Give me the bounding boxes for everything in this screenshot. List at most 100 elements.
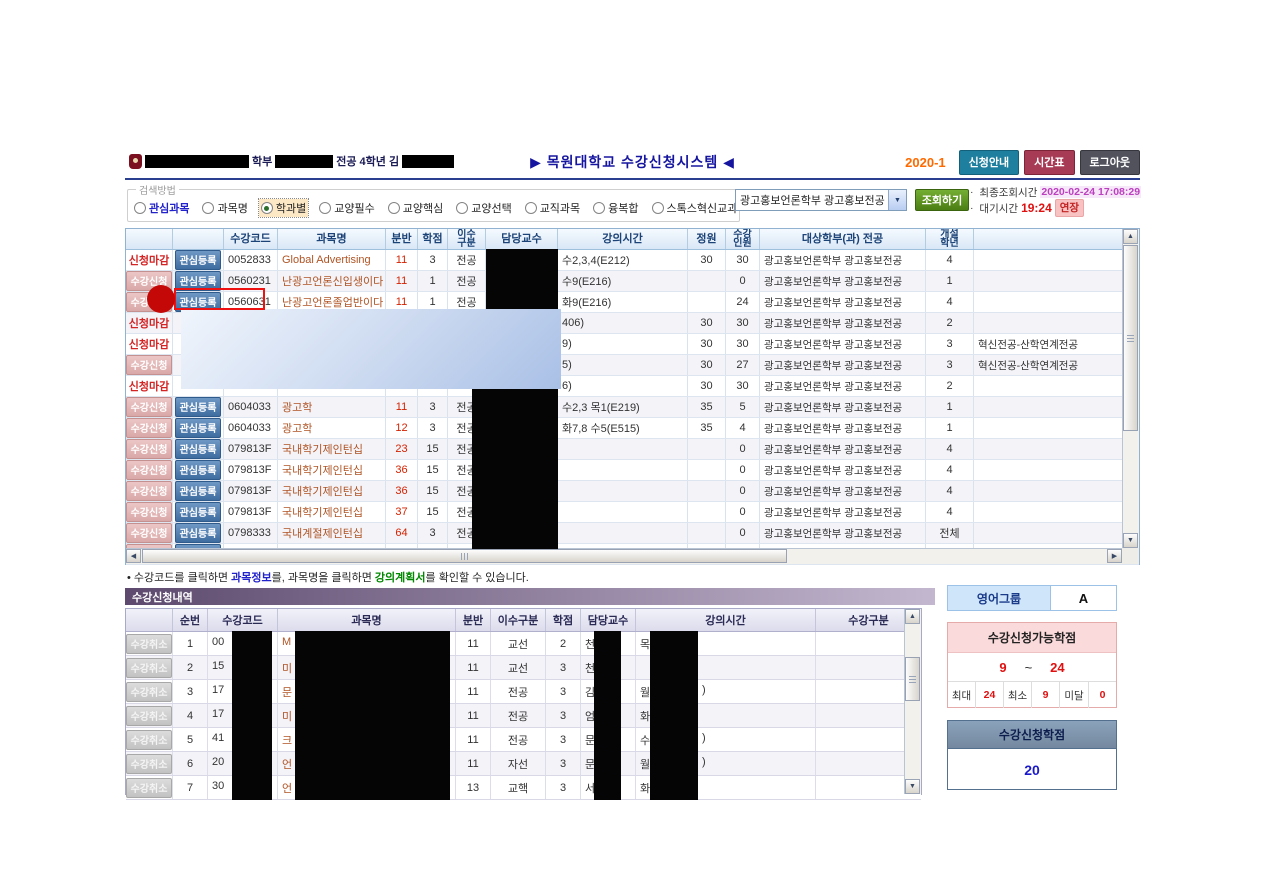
radio-option-교직과목[interactable]: 교직과목 [523,199,582,217]
cell-bunban: 12 [386,418,418,438]
apply-button[interactable]: 수강신청 [126,460,172,480]
cell-course-name[interactable]: 국내학기제인턴십 [278,460,386,480]
radio-option-스톡스혁신교과[interactable]: 스톡스혁신교과 [650,199,740,217]
scroll-down-icon[interactable]: ▼ [1123,533,1138,548]
cancel-button[interactable]: 수강취소 [126,658,173,678]
cell-year: 3 [926,355,974,375]
cell-time: 수) [636,728,816,751]
extend-button[interactable]: 연장 [1055,199,1084,217]
cell-type: 교핵 [491,776,546,799]
cell-no: 6 [173,752,208,775]
scroll-up-icon[interactable]: ▲ [905,609,920,624]
wait-label: · [970,202,976,214]
cell-code[interactable]: 079813F [224,460,278,480]
history-table: 순번 수강코드 과목명 분반 이수구분 학점 담당교수 강의시간 수강구분 수강… [125,608,922,795]
cell-no: 4 [173,704,208,727]
header-extra [974,229,1139,249]
english-group-label: 영어그룹 [948,586,1051,610]
scroll-up-icon[interactable]: ▲ [1123,229,1138,244]
cell-course-name[interactable]: 광고학 [278,418,386,438]
main-horizontal-scrollbar[interactable]: ◀ ▶ [126,548,1122,564]
cancel-button[interactable]: 수강취소 [126,682,173,702]
guide-button[interactable]: 신청안내 [959,150,1019,175]
apply-button[interactable]: 수강신청 [126,502,172,522]
code-prefix: 41 [212,732,224,744]
apply-button[interactable]: 수강신청 [126,481,172,501]
cell-credit: 3 [546,728,581,751]
cell-course-name[interactable]: 국내계절제인턴십 [278,523,386,543]
cancel-button[interactable]: 수강취소 [126,634,173,654]
chevron-down-icon[interactable]: ▼ [888,190,906,210]
header-type: 이수 구분 [448,229,486,249]
note-bullet: • [127,572,131,584]
cell-course-name[interactable]: 국내학기제인턴십 [278,481,386,501]
interest-button[interactable]: 관심등록 [175,418,222,438]
course-info-link[interactable]: 과목정보 [231,572,271,584]
scroll-right-icon[interactable]: ▶ [1107,549,1122,563]
scrollbar-thumb[interactable] [905,657,920,701]
scroll-left-icon[interactable]: ◀ [126,549,141,563]
cell-course-name[interactable]: 광고학 [278,397,386,417]
cell-target: 광고홍보언론학부 광고홍보전공 [760,397,926,417]
scrollbar-thumb[interactable] [1123,245,1138,431]
main-table-header: 수강코드 과목명 분반 학점 이수 구분 담당교수 강의시간 정원 수강 인원 … [126,229,1139,250]
cell-code[interactable]: 079813F [224,439,278,459]
cell-code[interactable]: 079813F [224,502,278,522]
apply-button[interactable]: 수강신청 [126,523,172,543]
apply-button[interactable]: 수강신청 [126,397,172,417]
cell-course-name[interactable]: 국내학기제인턴십 [278,502,386,522]
interest-button[interactable]: 관심등록 [175,250,222,270]
screen: 학부 전공 4학년 김 ▶ 목원대학교 수강신청시스템 ◀ 2020-1 신청안… [0,0,1263,893]
syllabus-link[interactable]: 강의계획서 [375,572,426,584]
history-vertical-scrollbar[interactable]: ▲ ▼ [904,609,921,794]
cell-credit: 2 [546,632,581,655]
radio-option-학과별[interactable]: 학과별 [259,199,308,217]
cell-course-name[interactable]: 난광고언론신입생이다 [278,271,386,291]
interest-button[interactable]: 관심등록 [175,460,222,480]
cancel-button[interactable]: 수강취소 [126,754,173,774]
radio-label: 학과별 [276,200,306,216]
radio-option-관심과목[interactable]: 관심과목 [132,199,191,217]
radio-option-교양필수[interactable]: 교양필수 [317,199,376,217]
cell-code[interactable]: 0604033 [224,418,278,438]
cancel-button[interactable]: 수강취소 [126,778,173,798]
time-prefix: 화 [640,780,650,796]
wait-time-value: 19:24 [1021,201,1052,215]
interest-button[interactable]: 관심등록 [175,439,222,459]
radio-option-교양핵심[interactable]: 교양핵심 [386,199,445,217]
scroll-down-icon[interactable]: ▼ [905,779,920,794]
redaction-box [594,631,621,656]
cell-time [558,523,688,543]
apply-button[interactable]: 수강신청 [126,418,172,438]
header-code: 수강코드 [208,609,278,631]
scrollbar-thumb[interactable] [142,549,787,563]
cell-interest: 관심등록 [173,460,224,480]
apply-button[interactable]: 수강신청 [126,439,172,459]
department-select[interactable]: 광고홍보언론학부 광고홍보전공 ▼ [735,189,907,211]
cell-course-name[interactable]: Global Advertising [278,250,386,270]
cell-credit: 3 [546,752,581,775]
cell-year: 1 [926,271,974,291]
radio-option-융복합[interactable]: 융복합 [591,199,640,217]
cell-course-name[interactable]: 국내학기제인턴십 [278,439,386,459]
interest-button[interactable]: 관심등록 [175,523,222,543]
cell-code[interactable]: 0604033 [224,397,278,417]
timetable-button[interactable]: 시간표 [1024,150,1074,175]
interest-button[interactable]: 관심등록 [175,481,222,501]
radio-label: 교양필수 [334,200,374,216]
cell-extra [974,439,1139,459]
query-button[interactable]: 조회하기 [915,189,969,211]
cancel-button[interactable]: 수강취소 [126,730,173,750]
main-vertical-scrollbar[interactable]: ▲ ▼ [1122,229,1139,548]
cell-code[interactable]: 0052833 [224,250,278,270]
radio-option-과목명[interactable]: 과목명 [200,199,249,217]
interest-button[interactable]: 관심등록 [175,502,222,522]
apply-button[interactable]: 수강신청 [126,355,172,375]
radio-option-교양선택[interactable]: 교양선택 [454,199,513,217]
logout-button[interactable]: 로그아웃 [1080,150,1140,175]
cancel-button[interactable]: 수강취소 [126,706,173,726]
cell-code[interactable]: 079813F [224,481,278,501]
header-no: 순번 [173,609,208,631]
interest-button[interactable]: 관심등록 [175,397,222,417]
cell-code[interactable]: 0798333 [224,523,278,543]
